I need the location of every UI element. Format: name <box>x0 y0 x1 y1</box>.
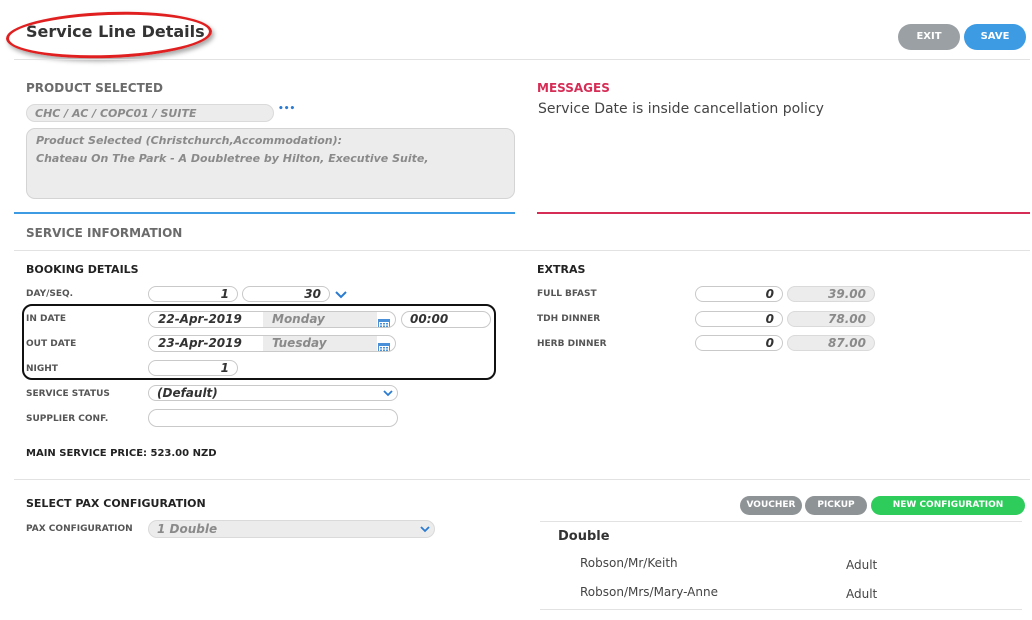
passenger-type: Adult <box>846 558 878 572</box>
pax-configuration-chevron-icon <box>420 526 430 533</box>
product-description-line1: Product Selected (Christchurch,Accommoda… <box>36 134 343 147</box>
out-date-calendar-icon[interactable] <box>378 338 390 351</box>
page-title: Service Line Details <box>26 22 205 41</box>
seq-field[interactable]: 30 <box>242 286 330 302</box>
product-selected-heading: PRODUCT SELECTED <box>26 81 163 95</box>
in-date-calendar-icon[interactable] <box>378 314 390 327</box>
messages-heading: MESSAGES <box>537 81 610 95</box>
header-divider <box>14 59 1030 60</box>
product-underline <box>14 212 515 214</box>
save-button[interactable]: SAVE <box>964 24 1026 50</box>
night-label: NIGHT <box>26 364 58 374</box>
exit-button[interactable]: EXIT <box>898 24 960 50</box>
day-field[interactable]: 1 <box>148 286 238 302</box>
out-date-group: 23-Apr-2019 Tuesday <box>148 335 396 352</box>
pax-divider <box>14 479 1030 480</box>
out-date-field[interactable]: 23-Apr-2019 <box>149 336 272 351</box>
extra-qty-full-bfast[interactable]: 0 <box>695 286 783 302</box>
extras-heading: EXTRAS <box>537 263 586 276</box>
extra-price-tdh-dinner: 78.00 <box>787 311 875 327</box>
extra-price-herb-dinner: 87.00 <box>787 335 875 351</box>
product-code-field: CHC / AC / COPC01 / SUITE <box>26 104 274 122</box>
pax-configuration-select[interactable]: 1 Double <box>148 520 435 538</box>
out-day-field: Tuesday <box>263 336 377 351</box>
booking-details-heading: BOOKING DETAILS <box>26 263 139 276</box>
in-date-label: IN DATE <box>26 314 67 324</box>
supplier-conf-input[interactable] <box>148 409 398 427</box>
in-date-field[interactable]: 22-Apr-2019 <box>149 312 272 327</box>
extra-label-herb-dinner: HERB DINNER <box>537 339 607 349</box>
service-status-label: SERVICE STATUS <box>26 389 110 399</box>
pax-configuration-value: 1 Double <box>157 522 218 536</box>
service-status-select[interactable]: (Default) <box>148 385 398 401</box>
day-seq-label: DAY/SEQ. <box>26 289 74 299</box>
night-field[interactable]: 1 <box>148 360 238 376</box>
extra-label-full-bfast: FULL BFAST <box>537 289 597 299</box>
seq-dropdown-chevron-icon[interactable] <box>334 286 348 305</box>
pax-configuration-label: PAX CONFIGURATION <box>26 524 133 534</box>
extra-price-full-bfast: 39.00 <box>787 286 875 302</box>
room-type-label: Double <box>558 529 610 544</box>
in-date-group: 22-Apr-2019 Monday <box>148 311 396 328</box>
pax-table-bottom-border <box>540 609 1022 610</box>
in-time-field[interactable]: 00:00 <box>401 311 491 328</box>
passenger-name: Robson/Mr/Keith <box>580 556 678 570</box>
product-description-line2: Chateau On The Park - A Doubletree by Hi… <box>36 152 429 165</box>
messages-text: Service Date is inside cancellation poli… <box>538 101 824 117</box>
pickup-button[interactable]: PICKUP <box>805 496 867 515</box>
service-status-chevron-icon <box>383 390 393 397</box>
passenger-name: Robson/Mrs/Mary-Anne <box>580 585 718 599</box>
extra-qty-herb-dinner[interactable]: 0 <box>695 335 783 351</box>
supplier-conf-label: SUPPLIER CONF. <box>26 414 109 424</box>
extra-qty-tdh-dinner[interactable]: 0 <box>695 311 783 327</box>
more-options-icon[interactable]: ••• <box>278 104 295 114</box>
passenger-type: Adult <box>846 587 878 601</box>
voucher-button[interactable]: VOUCHER <box>740 496 802 515</box>
service-status-value: (Default) <box>157 386 218 400</box>
product-description-box: Product Selected (Christchurch,Accommoda… <box>26 128 515 199</box>
messages-underline <box>537 212 1030 214</box>
new-configuration-button[interactable]: NEW CONFIGURATION <box>871 496 1025 515</box>
in-day-field: Monday <box>263 312 377 327</box>
service-info-divider <box>14 250 1030 251</box>
service-information-heading: SERVICE INFORMATION <box>26 226 183 240</box>
pax-table-top-border <box>540 521 1022 522</box>
extra-label-tdh-dinner: TDH DINNER <box>537 314 601 324</box>
pax-configuration-heading: SELECT PAX CONFIGURATION <box>26 497 206 510</box>
main-service-price: MAIN SERVICE PRICE: 523.00 NZD <box>26 448 217 459</box>
out-date-label: OUT DATE <box>26 339 77 349</box>
